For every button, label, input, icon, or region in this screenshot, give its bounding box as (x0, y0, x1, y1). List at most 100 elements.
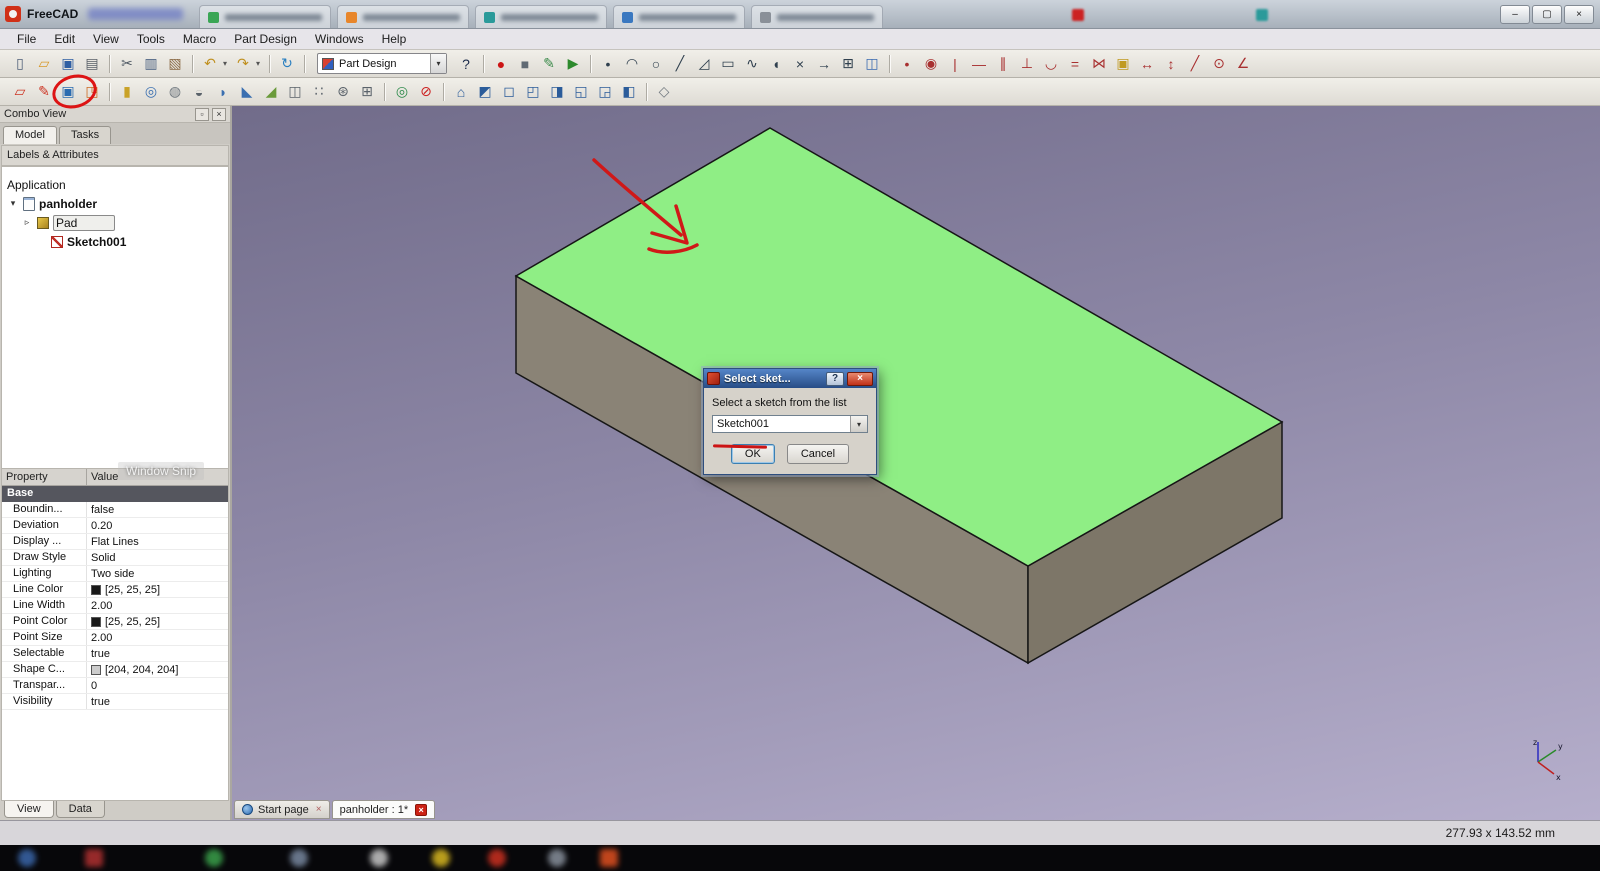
cut-icon[interactable]: ✂ (116, 53, 138, 75)
print-icon[interactable]: ▤ (81, 53, 103, 75)
3d-viewport[interactable]: z y x Select sket... ? × Select a sketch… (232, 106, 1600, 820)
view-rear-icon[interactable]: ◱ (570, 81, 592, 103)
constraint-lock-icon[interactable]: ▣ (1112, 53, 1134, 75)
property-row[interactable]: Lighting Two side (2, 566, 228, 582)
collapse-arrow-icon[interactable]: ▹ (21, 217, 33, 228)
draft-icon[interactable]: ◢ (260, 81, 282, 103)
taskbar-icon-blurred[interactable] (290, 849, 308, 867)
tree-item-sketch001[interactable]: Sketch001 (2, 232, 228, 251)
polar-pattern-icon[interactable]: ⊛ (332, 81, 354, 103)
menu-item-windows[interactable]: Windows (306, 30, 373, 48)
reorient-sketch-icon[interactable]: ◳ (81, 81, 103, 103)
chevron-down-icon[interactable]: ▾ (850, 416, 867, 432)
tab-data-properties[interactable]: Data (55, 801, 105, 818)
macro-record-icon[interactable]: ● (490, 53, 512, 75)
sketch-select-dropdown[interactable]: Sketch001 ▾ (712, 415, 868, 433)
groove-icon[interactable]: ◍ (164, 81, 186, 103)
blurred-browser-tab[interactable] (751, 5, 884, 28)
view-home-icon[interactable]: ⌂ (450, 81, 472, 103)
zoom-fit-all-icon[interactable]: ◎ (391, 81, 413, 103)
menu-item-file[interactable]: File (8, 30, 45, 48)
dialog-titlebar[interactable]: Select sket... ? × (704, 369, 876, 388)
property-row[interactable]: Transpar... 0 (2, 678, 228, 694)
menu-item-tools[interactable]: Tools (128, 30, 174, 48)
create-sketch-icon[interactable]: ▱ (9, 81, 31, 103)
taskbar-icon-blurred[interactable] (370, 849, 388, 867)
save-icon[interactable]: ▣ (57, 53, 79, 75)
pocket-icon[interactable]: ◒ (188, 81, 210, 103)
taskbar-icon-blurred[interactable] (488, 849, 506, 867)
property-row[interactable]: Shape C... [204, 204, 204] (2, 662, 228, 678)
menu-item-part-design[interactable]: Part Design (225, 30, 306, 48)
tree-root-application[interactable]: Application (2, 175, 228, 194)
expand-arrow-icon[interactable]: ▾ (7, 198, 19, 209)
macro-edit-icon[interactable]: ✎ (538, 53, 560, 75)
constraint-angle-icon[interactable]: ∠ (1232, 53, 1254, 75)
paste-icon[interactable]: ▧ (164, 53, 186, 75)
redo-history-arrow-icon[interactable]: ▾ (253, 53, 263, 75)
blurred-browser-tab[interactable] (199, 5, 332, 28)
edit-sketch-icon[interactable]: ✎ (33, 81, 55, 103)
view-front-icon[interactable]: ◻ (498, 81, 520, 103)
whats-this-icon[interactable]: ? (455, 53, 477, 75)
blurred-browser-tab[interactable] (475, 5, 608, 28)
constraint-vertical-icon[interactable]: | (944, 53, 966, 75)
property-row[interactable]: Visibility true (2, 694, 228, 710)
constraint-tangent-icon[interactable]: ◡ (1040, 53, 1062, 75)
taskbar-icon-blurred[interactable] (548, 849, 566, 867)
menu-item-help[interactable]: Help (373, 30, 416, 48)
taskbar-icon-blurred[interactable] (85, 849, 103, 867)
tab-tasks[interactable]: Tasks (58, 126, 112, 144)
new-file-icon[interactable]: ▯ (9, 53, 31, 75)
taskbar-icon-blurred[interactable] (432, 849, 450, 867)
map-sketch-to-face-icon[interactable]: ▣ (57, 81, 79, 103)
multitransform-icon[interactable]: ⊞ (356, 81, 378, 103)
refresh-icon[interactable]: ↻ (276, 53, 298, 75)
linear-pattern-icon[interactable]: ∷ (308, 81, 330, 103)
chamfer-icon[interactable]: ◣ (236, 81, 258, 103)
menu-item-macro[interactable]: Macro (174, 30, 225, 48)
close-panel-button[interactable]: × (212, 107, 226, 121)
constraint-radius-icon[interactable]: ⊙ (1208, 53, 1230, 75)
macro-stop-icon[interactable]: ■ (514, 53, 536, 75)
constraint-horizontal-icon[interactable]: — (968, 53, 990, 75)
property-row[interactable]: Draw Style Solid (2, 550, 228, 566)
tree-item-panholder[interactable]: ▾ panholder (2, 194, 228, 213)
minimize-button[interactable]: – (1500, 5, 1530, 24)
dialog-help-button[interactable]: ? (826, 371, 844, 386)
blurred-browser-tab[interactable] (613, 5, 746, 28)
close-tab-icon[interactable]: × (316, 804, 322, 815)
view-top-icon[interactable]: ◰ (522, 81, 544, 103)
sketch-construction-mode-icon[interactable]: ◫ (861, 53, 883, 75)
property-group-base[interactable]: Base (2, 486, 228, 502)
property-row[interactable]: Deviation 0.20 (2, 518, 228, 534)
constraint-perpendicular-icon[interactable]: ⊥ (1016, 53, 1038, 75)
menu-item-view[interactable]: View (84, 30, 128, 48)
viewport-3d-scene[interactable] (232, 106, 1600, 820)
taskbar-icon-blurred[interactable] (18, 849, 36, 867)
sketch-line-icon[interactable]: ╱ (669, 53, 691, 75)
taskbar-icon-blurred[interactable] (205, 849, 223, 867)
sketch-bspline-icon[interactable]: ∿ (741, 53, 763, 75)
property-row[interactable]: Point Color [25, 25, 25] (2, 614, 228, 630)
mirrored-icon[interactable]: ◫ (284, 81, 306, 103)
close-tab-icon[interactable]: × (415, 803, 428, 816)
chevron-down-icon[interactable]: ▾ (430, 54, 446, 73)
constraint-distance-icon[interactable]: ╱ (1184, 53, 1206, 75)
sketch-circle-icon[interactable]: ○ (645, 53, 667, 75)
constraint-point-on-object-icon[interactable]: ◉ (920, 53, 942, 75)
view-right-icon[interactable]: ◨ (546, 81, 568, 103)
property-row[interactable]: Display ... Flat Lines (2, 534, 228, 550)
combo-view-titlebar[interactable]: Combo View ▫ × (0, 106, 230, 123)
undo-icon[interactable]: ↶ (199, 53, 221, 75)
sketch-arc-icon[interactable]: ◠ (621, 53, 643, 75)
tab-start-page[interactable]: Start page × (234, 800, 330, 819)
constraint-horizontal-distance-icon[interactable]: ↔ (1136, 53, 1158, 75)
cancel-button[interactable]: Cancel (786, 444, 850, 464)
sketch-external-geometry-icon[interactable]: ⊞ (837, 53, 859, 75)
fillet-icon[interactable]: ◗ (212, 81, 234, 103)
macro-execute-icon[interactable]: ▶ (562, 53, 584, 75)
property-row[interactable]: Selectable true (2, 646, 228, 662)
property-row[interactable]: Line Width 2.00 (2, 598, 228, 614)
sketch-trim-icon[interactable]: × (789, 53, 811, 75)
